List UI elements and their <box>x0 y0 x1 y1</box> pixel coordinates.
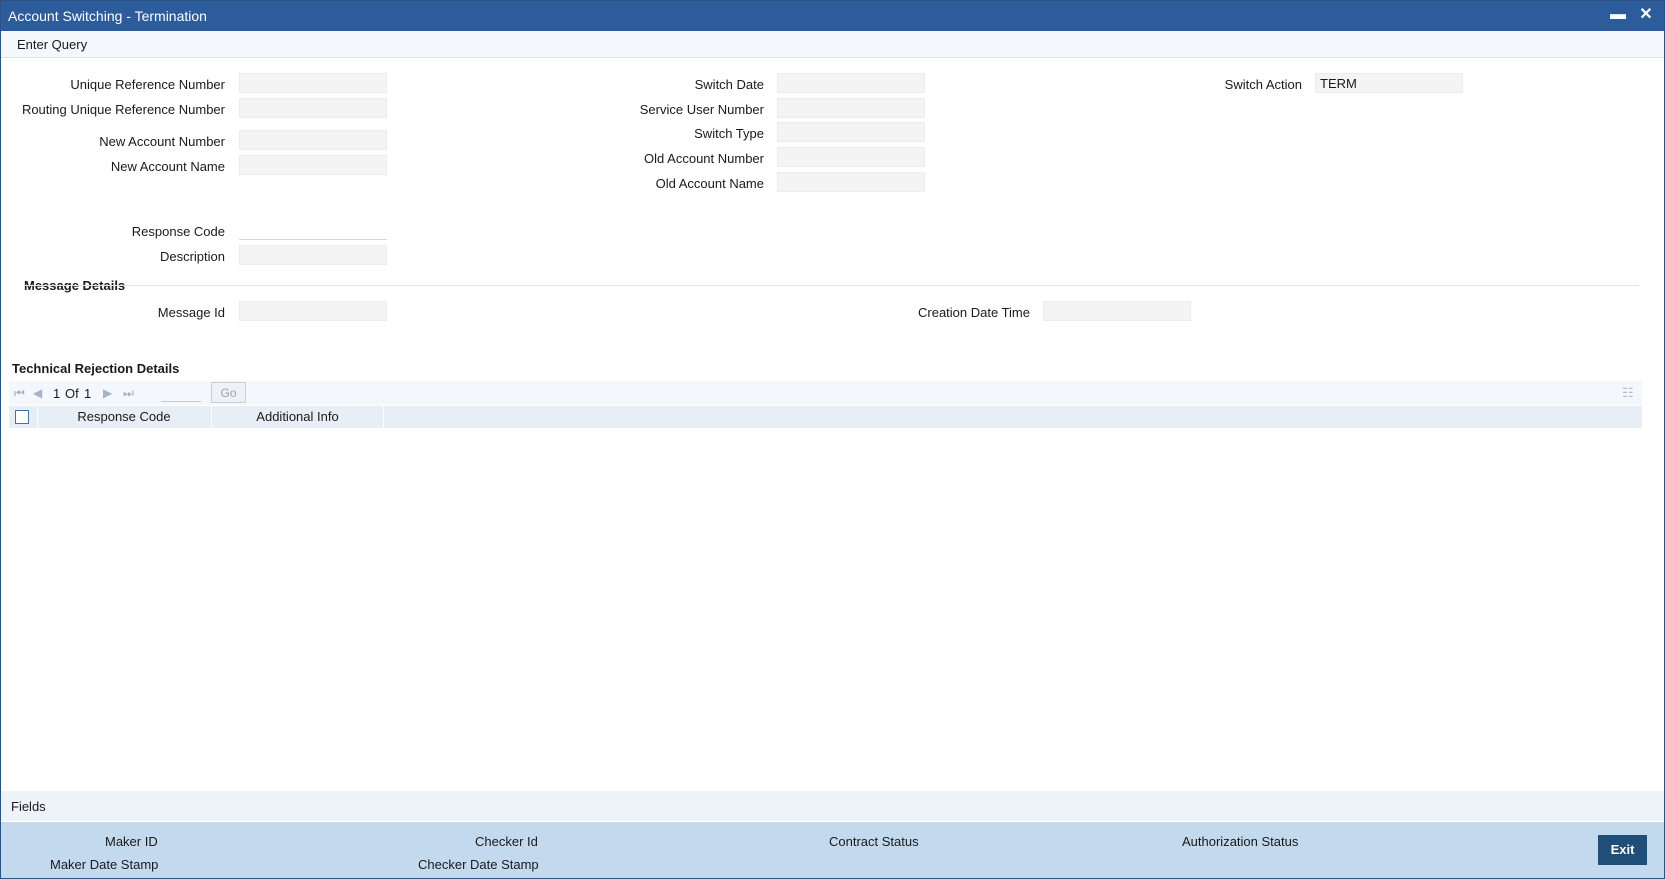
switch-action-field[interactable]: TERM <box>1315 73 1463 93</box>
previous-page-icon[interactable]: ◀ <box>33 386 42 400</box>
maker-date-stamp-label: Maker Date Stamp <box>50 857 159 872</box>
total-pages-number: 1 <box>84 386 92 401</box>
select-all-checkbox[interactable] <box>15 410 29 424</box>
switch-date-field[interactable] <box>777 73 925 93</box>
new-account-name-label: New Account Name <box>110 159 225 174</box>
creation-date-time-label: Creation Date Time <box>918 305 1030 320</box>
exit-button[interactable]: Exit <box>1598 835 1647 865</box>
service-user-number-label: Service User Number <box>639 102 764 117</box>
new-account-number-field[interactable] <box>239 130 387 150</box>
new-account-number-label: New Account Number <box>99 134 225 149</box>
routing-unique-reference-number-label: Routing Unique Reference Number <box>21 102 225 117</box>
page-number-input[interactable] <box>161 384 201 402</box>
minimize-icon[interactable]: ▬ <box>1608 5 1628 25</box>
grid-header-row: Response Code Additional Info <box>9 406 1642 428</box>
routing-unique-reference-number-field[interactable] <box>239 98 387 118</box>
next-page-icon[interactable]: ▶ <box>103 386 112 400</box>
close-icon[interactable]: ✕ <box>1636 5 1656 25</box>
technical-rejection-details-heading: Technical Rejection Details <box>12 361 180 376</box>
contract-status-label: Contract Status <box>829 834 919 849</box>
fields-link[interactable]: Fields <box>11 799 46 814</box>
unique-reference-number-field[interactable] <box>239 73 387 93</box>
creation-date-time-field[interactable] <box>1043 301 1191 321</box>
column-header-additional-info[interactable]: Additional Info <box>212 406 384 428</box>
fields-bar: Fields <box>1 791 1664 821</box>
checker-id-label: Checker Id <box>475 834 538 849</box>
menu-bar: Enter Query <box>1 31 1664 58</box>
message-details-divider <box>24 285 1639 286</box>
switch-action-label: Switch Action <box>1224 77 1302 92</box>
old-account-name-label: Old Account Name <box>655 176 764 191</box>
unique-reference-number-label: Unique Reference Number <box>70 77 225 92</box>
grid-pagination-toolbar: ⏮ ◀ 1 Of 1 ▶ ⏭ Go ☷ <box>9 381 1642 405</box>
old-account-name-field[interactable] <box>777 172 925 192</box>
go-button[interactable]: Go <box>211 382 246 403</box>
response-code-field[interactable] <box>239 220 387 240</box>
maker-id-label: Maker ID <box>105 834 158 849</box>
switch-type-field[interactable] <box>777 122 925 142</box>
page-of-label: Of <box>65 386 79 401</box>
message-id-field[interactable] <box>239 301 387 321</box>
switch-type-label: Switch Type <box>694 126 764 141</box>
old-account-number-label: Old Account Number <box>644 151 764 166</box>
first-page-icon[interactable]: ⏮ <box>14 386 25 401</box>
account-switching-termination-window: Account Switching - Termination ▬ ✕ Ente… <box>0 0 1665 879</box>
column-header-response-code[interactable]: Response Code <box>37 406 212 428</box>
grid-columns-menu-icon[interactable]: ☷ <box>1622 385 1636 400</box>
title-bar: Account Switching - Termination ▬ ✕ <box>1 1 1664 31</box>
message-id-label: Message Id <box>157 305 225 320</box>
new-account-name-field[interactable] <box>239 155 387 175</box>
switch-date-label: Switch Date <box>694 77 764 92</box>
response-code-label: Response Code <box>131 224 225 239</box>
checker-date-stamp-label: Checker Date Stamp <box>418 857 539 872</box>
window-title: Account Switching - Termination <box>8 8 207 24</box>
current-page-number: 1 <box>53 386 61 401</box>
description-field[interactable] <box>239 245 387 265</box>
last-page-icon[interactable]: ⏭ <box>123 386 134 401</box>
old-account-number-field[interactable] <box>777 147 925 167</box>
audit-footer: Maker ID Maker Date Stamp Checker Id Che… <box>1 822 1664 878</box>
authorization-status-label: Authorization Status <box>1182 834 1299 849</box>
enter-query-menu-item[interactable]: Enter Query <box>17 37 87 52</box>
select-all-cell <box>9 406 38 428</box>
description-label: Description <box>159 249 225 264</box>
service-user-number-field[interactable] <box>777 98 925 118</box>
